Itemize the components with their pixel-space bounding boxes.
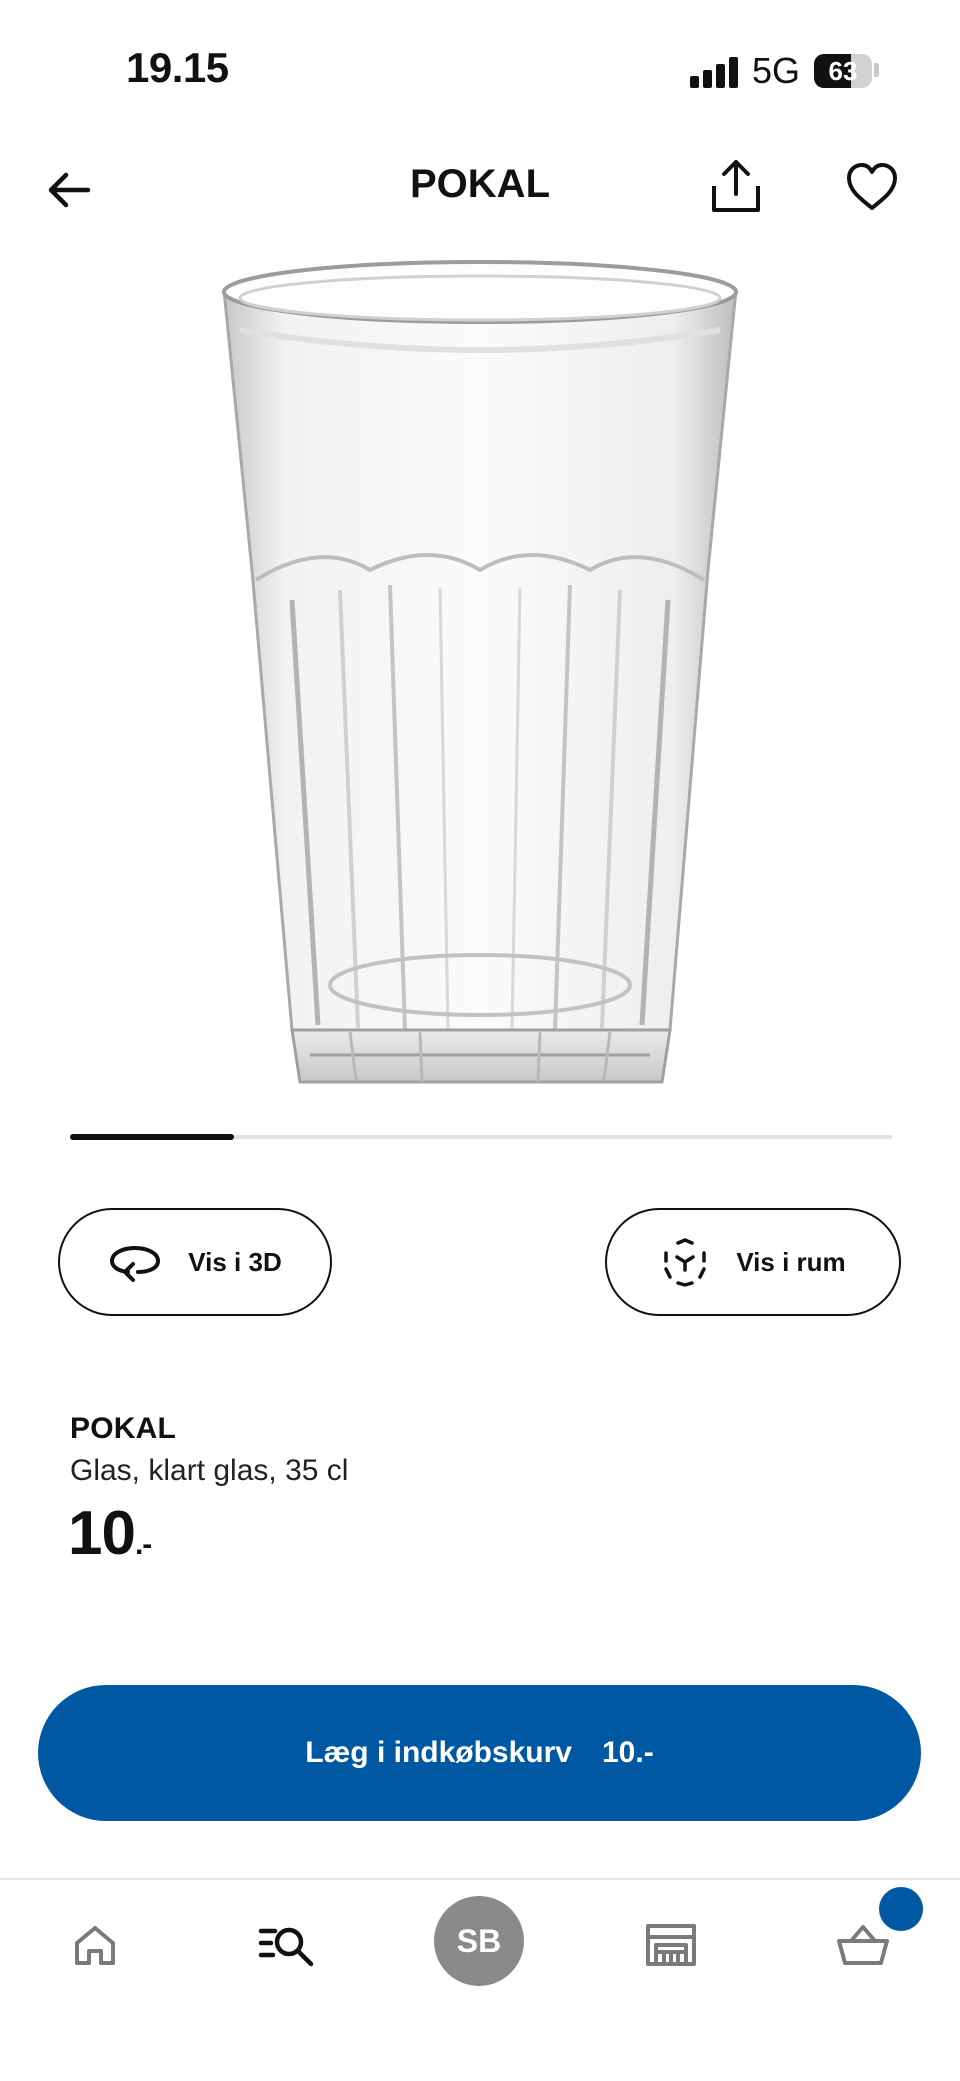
app-header: POKAL xyxy=(0,140,960,240)
glass-image xyxy=(222,260,738,1084)
product-description: Glas, klart glas, 35 cl xyxy=(70,1454,349,1487)
tab-home[interactable] xyxy=(50,1900,140,1990)
network-type: 5G xyxy=(752,50,801,91)
tab-profile-avatar[interactable]: SB xyxy=(434,1896,524,1986)
favorite-button[interactable] xyxy=(842,158,902,218)
bottom-nav-divider xyxy=(0,1878,960,1880)
heart-icon xyxy=(847,163,897,210)
price-value: 10 xyxy=(68,1499,136,1568)
add-to-cart-button[interactable]: Læg i indkøbskurv 10.- xyxy=(38,1685,921,1821)
status-time: 19.15 xyxy=(126,44,229,91)
rotate-3d-icon xyxy=(110,1245,161,1282)
carousel-progress-thumb xyxy=(70,1134,235,1140)
view-3d-button[interactable]: Vis i 3D xyxy=(58,1208,332,1316)
store-icon xyxy=(646,1924,696,1966)
home-icon xyxy=(75,1926,115,1965)
battery-cap xyxy=(874,63,879,77)
product-image[interactable] xyxy=(200,240,760,1110)
tab-search[interactable] xyxy=(242,1900,332,1990)
product-price: 10.- xyxy=(68,1498,152,1569)
view-in-room-label: Vis i rum xyxy=(736,1246,846,1277)
battery-icon: 63 xyxy=(814,54,872,88)
add-to-cart-label: Læg i indkøbskurv xyxy=(305,1736,572,1769)
avatar-initials: SB xyxy=(456,1922,502,1959)
add-to-cart-price: 10.- xyxy=(602,1736,654,1769)
signal-icon xyxy=(690,56,738,88)
battery-percent: 63 xyxy=(828,56,858,86)
search-list-icon xyxy=(258,1927,314,1967)
cart-badge xyxy=(879,1887,923,1931)
ar-cube-icon xyxy=(664,1238,707,1287)
basket-icon xyxy=(837,1925,889,1965)
tab-stores[interactable] xyxy=(626,1900,716,1990)
share-icon xyxy=(712,160,760,212)
share-button[interactable] xyxy=(704,154,768,218)
product-name: POKAL xyxy=(70,1412,176,1445)
price-suffix: .- xyxy=(134,1528,152,1561)
view-in-room-button[interactable]: Vis i rum xyxy=(605,1208,901,1316)
image-carousel-progress xyxy=(70,1134,892,1140)
status-bar: 19.15 5G 63 xyxy=(0,0,960,140)
page-title: POKAL xyxy=(410,162,550,206)
view-3d-label: Vis i 3D xyxy=(188,1246,282,1277)
